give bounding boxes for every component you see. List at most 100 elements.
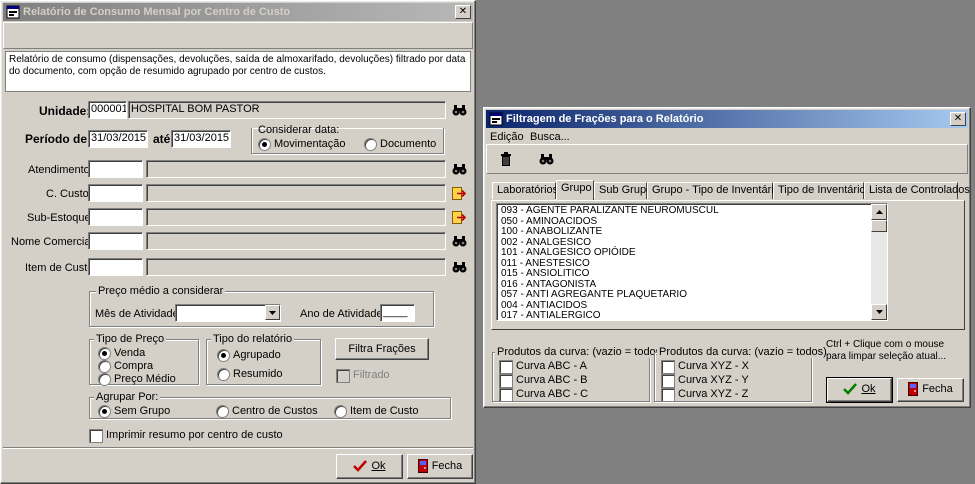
filter-window: Filtragem de Frações para o Relatório ✕ …: [483, 107, 971, 408]
filtrado-checkbox[interactable]: Filtrado: [336, 369, 390, 383]
mes-atividade-select[interactable]: [175, 304, 281, 322]
list-item[interactable]: 101 - ANALGESICO OPIÓIDE: [497, 247, 887, 258]
curva-abc-a-checkbox[interactable]: Curva ABC - A: [499, 360, 587, 374]
curva-abc-b-checkbox[interactable]: Curva ABC - B: [499, 374, 588, 388]
filter-ok-label: Ok: [861, 383, 876, 395]
chevron-up-icon: [875, 210, 883, 214]
itemcusto-input[interactable]: [88, 258, 143, 276]
tipo-rel-agrupado-radio[interactable]: Agrupado: [217, 349, 281, 362]
periodo-label: Período de:: [25, 132, 92, 146]
considerar-documento-radio[interactable]: Documento: [364, 138, 436, 151]
grupo-list-items: 093 - AGENTE PARALIZANTE NEUROMUSCUL 050 …: [497, 204, 887, 320]
tipo-relatorio-title: Tipo do relatório: [211, 333, 295, 345]
curva-xyz-x-checkbox[interactable]: Curva XYZ - X: [661, 360, 749, 374]
main-report-window: Relatório de Consumo Mensal por Centro d…: [0, 0, 476, 484]
nomecomercial-input[interactable]: [88, 232, 143, 250]
considerar-data-title: Considerar data:: [258, 124, 340, 136]
scroll-down-button[interactable]: [871, 304, 887, 320]
periodo-ate-label: até: [153, 132, 171, 146]
search-button[interactable]: [537, 150, 555, 168]
list-item[interactable]: 015 - ANSIOLITICO: [497, 268, 887, 279]
preco-medio-title: Preço médio a considerar: [96, 285, 226, 297]
tab-laboratorios[interactable]: Laboratórios: [492, 182, 558, 199]
tab-sub-grupo[interactable]: Sub Grupo: [594, 182, 652, 199]
list-item[interactable]: 016 - ANTAGONISTA: [497, 279, 887, 290]
filter-title-bar[interactable]: Filtragem de Frações para o Relatório ✕: [486, 110, 968, 128]
unidade-search-button[interactable]: [450, 101, 468, 119]
agrupar-sem-grupo-radio[interactable]: Sem Grupo: [98, 405, 170, 418]
tab-lista-controlados[interactable]: Lista de Controlados: [864, 182, 970, 199]
subestoque-select-button[interactable]: [450, 208, 468, 226]
periodo-to-input[interactable]: 31/03/2015: [171, 130, 231, 148]
main-title-bar[interactable]: Relatório de Consumo Mensal por Centro d…: [3, 3, 473, 21]
toolbar-strip: [3, 22, 473, 49]
filtra-fracoes-button[interactable]: Filtra Frações: [335, 338, 429, 360]
ano-atividade-input[interactable]: ____: [380, 304, 415, 322]
chevron-down-icon: [269, 310, 276, 315]
curva-abc-title: Produtos da curva: (vazio = todos): [495, 346, 667, 358]
scroll-up-button[interactable]: [871, 204, 887, 220]
ok-button[interactable]: Ok: [336, 454, 403, 479]
curva-xyz-z-checkbox[interactable]: Curva XYZ - Z: [661, 388, 748, 402]
close-icon[interactable]: ✕: [950, 112, 966, 126]
description-box: Relatório de consumo (dispensações, devo…: [5, 51, 471, 92]
tipo-preco-medio-radio[interactable]: Preço Médio: [98, 373, 176, 386]
list-item[interactable]: 093 - AGENTE PARALIZANTE NEUROMUSCUL: [497, 205, 887, 216]
imprimir-resumo-checkbox[interactable]: Imprimir resumo por centro de custo: [89, 429, 283, 443]
tipo-preco-compra-radio[interactable]: Compra: [98, 360, 153, 373]
filter-ok-button[interactable]: Ok: [826, 377, 893, 403]
filter-fecha-button[interactable]: Fecha: [897, 378, 964, 402]
atendimento-label: Atendimento:: [28, 164, 93, 176]
nomecomercial-label: Nome Comercial:: [11, 236, 96, 248]
nomecomercial-search-button[interactable]: [450, 232, 468, 250]
subestoque-label: Sub-Estoque:: [27, 212, 94, 224]
chevron-down-icon: [875, 310, 883, 314]
curva-xyz-y-checkbox[interactable]: Curva XYZ - Y: [661, 374, 749, 388]
delete-button[interactable]: [497, 150, 515, 168]
itemcusto-search-button[interactable]: [450, 258, 468, 276]
tipo-rel-resumido-radio[interactable]: Resumido: [217, 368, 283, 381]
agrupar-por-group: Agrupar Por: Sem Grupo Centro de Custos …: [89, 391, 451, 419]
unidade-code-input[interactable]: 000001: [88, 101, 127, 119]
tab-strip: Laboratórios Grupo Sub Grupo Grupo - Tip…: [492, 180, 970, 200]
main-window-title: Relatório de Consumo Mensal por Centro d…: [23, 6, 291, 18]
mes-dropdown-button[interactable]: [265, 305, 280, 320]
list-item[interactable]: 050 - AMINOACIDOS: [497, 216, 887, 227]
grupo-list[interactable]: 093 - AGENTE PARALIZANTE NEUROMUSCUL 050 …: [496, 203, 888, 321]
curva-abc-c-checkbox[interactable]: Curva ABC - C: [499, 388, 588, 402]
list-item[interactable]: 057 - ANTI AGREGANTE PLAQUETARIO: [497, 289, 887, 300]
considerar-movimentacao-radio[interactable]: Movimentação: [258, 138, 346, 151]
menu-busca[interactable]: Busca...: [530, 130, 570, 144]
ccusto-input[interactable]: [88, 184, 143, 202]
window-app-icon: [489, 112, 503, 126]
agrupar-centro-custos-radio[interactable]: Centro de Custos: [216, 405, 318, 418]
tab-tipo-inventario[interactable]: Tipo de Inventário: [773, 182, 866, 199]
close-icon[interactable]: ✕: [455, 5, 471, 19]
itemcusto-label: Item de Custo:: [25, 262, 97, 274]
atendimento-desc-field: [146, 160, 446, 178]
list-scrollbar[interactable]: [871, 204, 887, 320]
list-item[interactable]: 100 - ANABOLIZANTE: [497, 226, 887, 237]
scroll-thumb[interactable]: [871, 220, 887, 232]
tab-grupo-tipo-inventario[interactable]: Grupo - Tipo de Inventário: [647, 182, 780, 199]
list-item[interactable]: 004 - ANTIACIDOS: [497, 300, 887, 311]
fecha-button[interactable]: Fecha: [407, 454, 473, 479]
subestoque-input[interactable]: [88, 208, 143, 226]
select-arrow-icon: [452, 210, 466, 224]
door-exit-icon: [417, 459, 428, 474]
tipo-preco-title: Tipo de Preço: [94, 333, 167, 345]
unidade-name-field: HOSPITAL BOM PASTOR: [128, 101, 446, 119]
list-item[interactable]: 002 - ANALGESICO: [497, 237, 887, 248]
ccusto-select-button[interactable]: [450, 184, 468, 202]
subestoque-desc-field: [146, 208, 446, 226]
tipo-preco-venda-radio[interactable]: Venda: [98, 347, 145, 360]
atendimento-search-button[interactable]: [450, 160, 468, 178]
agrupar-item-custo-radio[interactable]: Item de Custo: [334, 405, 418, 418]
menu-edicao[interactable]: Edição: [490, 130, 524, 144]
atendimento-input[interactable]: [88, 160, 143, 178]
select-arrow-icon: [452, 186, 466, 200]
periodo-from-input[interactable]: 31/03/2015: [88, 130, 148, 148]
list-item[interactable]: 017 - ANTIALERGICO: [497, 310, 887, 320]
tab-grupo[interactable]: Grupo: [556, 180, 594, 200]
list-item[interactable]: 011 - ANESTESICO: [497, 258, 887, 269]
